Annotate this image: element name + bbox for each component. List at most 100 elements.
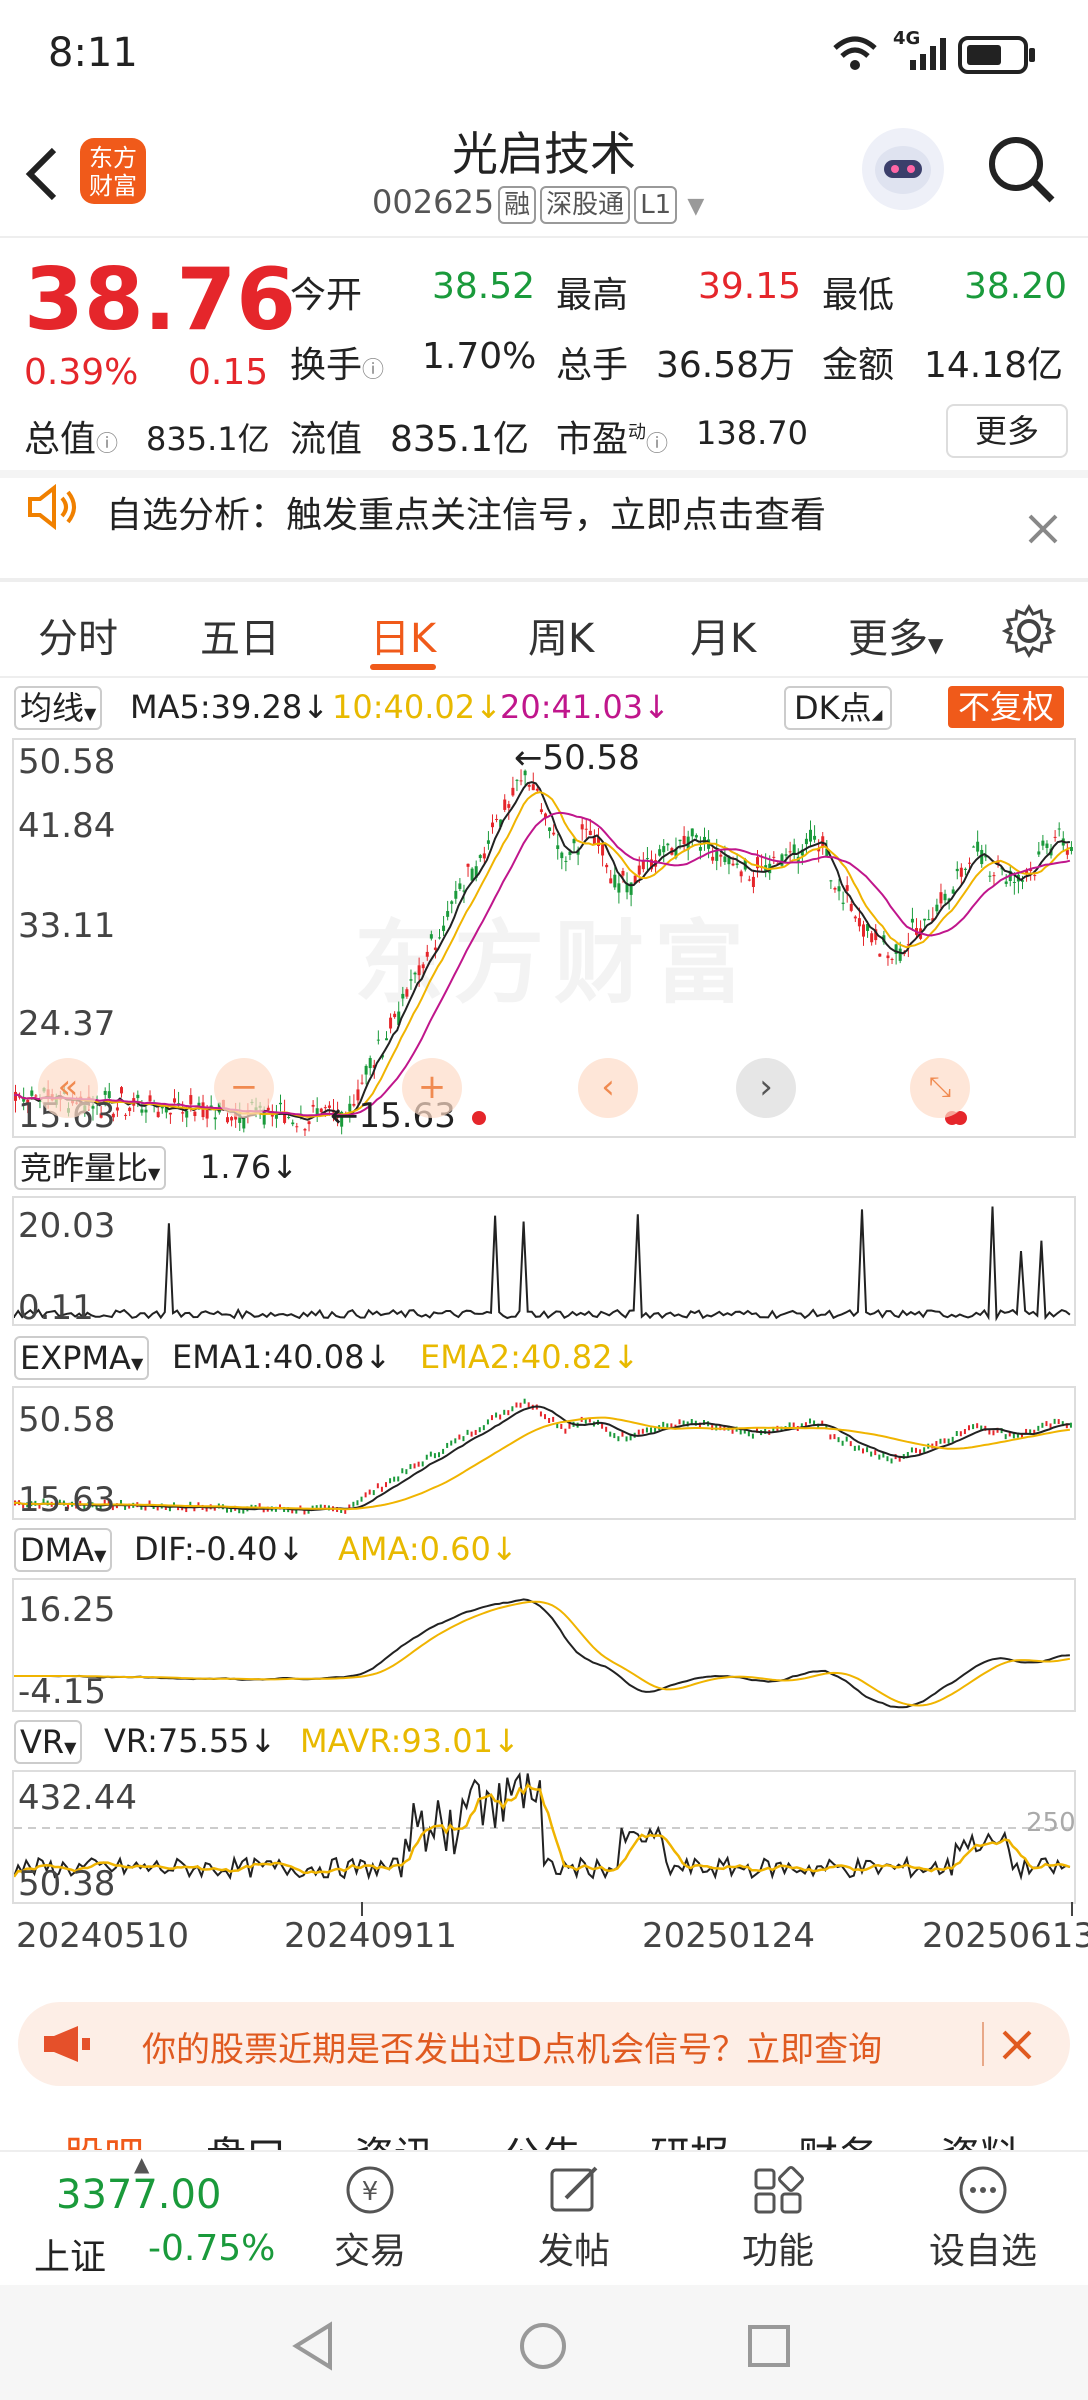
expma-candle [959,1431,962,1437]
fullscreen-button[interactable]: ⤡ [910,1058,970,1118]
ma-selector[interactable]: 均线▼ [14,686,103,730]
info-icon[interactable]: ⓘ [362,358,384,383]
sub-tab-finance[interactable]: 财务 [798,2124,878,2152]
sub-tab-profile[interactable]: 资料 [940,2124,1020,2152]
expma-candle [425,1454,428,1460]
candle-body [393,1013,397,1018]
volume-ratio-selector[interactable]: 竞昨量比▼ [14,1146,167,1190]
dk-point-toggle[interactable]: DK点◢ [784,686,893,730]
zoom-in-button[interactable]: + [402,1058,462,1118]
candle-body [193,1111,197,1117]
settings-gear-icon[interactable] [1002,604,1056,658]
candle-body [910,918,914,923]
sub-tab-announce[interactable]: 公告 [502,2124,582,2152]
search-icon[interactable] [986,134,1058,206]
candle-body [14,1091,17,1101]
candle-body [168,1112,172,1115]
robot-assistant-icon[interactable] [862,128,944,210]
more-button[interactable]: 更多 [946,404,1068,458]
index-ticker[interactable]: ▲ 3377.00 上证 -0.75% [20,2152,280,2282]
expma-candle [409,1464,412,1470]
dk-point-label: DK点 [794,689,872,727]
trade-button[interactable]: ¥ 交易 [320,2162,420,2282]
candle-body [711,856,715,861]
tab-intraday[interactable]: 分时 [38,606,118,664]
tab-weekly-k[interactable]: 周K [528,606,594,664]
candle-body [955,868,959,872]
info-icon[interactable]: ⓘ [96,432,118,457]
tab-five-day[interactable]: 五日 [200,606,280,664]
tab-monthly-k[interactable]: 月K [690,606,756,664]
info-icon[interactable]: ⓘ [646,432,668,457]
ma5-value: MA5:39.28↓ [130,688,330,726]
stock-code-row[interactable]: 002625 融深股通 L1 ▼ [372,183,704,224]
candle-body [992,875,996,877]
stock-code: 002625 [372,183,495,221]
sub-tab-research[interactable]: 研报 [650,2124,730,2152]
float-value: 835.1亿 [390,419,530,460]
ma10-value: 10:40.02↓ [332,688,502,726]
expma-candle [421,1461,424,1467]
close-icon[interactable] [1026,512,1060,546]
index-change: -0.75% [148,2228,276,2269]
expma-selector[interactable]: EXPMA▼ [14,1336,150,1380]
float-label: 流值 [290,419,363,460]
system-nav-bar [0,2285,1088,2400]
candle-body [747,879,751,881]
tabs-divider [0,676,1088,678]
expma-candle [376,1483,379,1489]
dma-chart[interactable]: 16.25 -4.15 [12,1578,1076,1712]
zoom-out-button[interactable]: − [214,1058,274,1118]
sub-tab-pankou[interactable]: 盘口 [206,2124,286,2152]
expma-chart[interactable]: 50.58 15.63 [12,1386,1076,1520]
tag-connect: 深股通 [540,186,631,224]
candle-body [148,1095,152,1102]
vr-selector[interactable]: VR▼ [14,1720,83,1764]
adjust-mode-button[interactable]: 不复权 [948,686,1065,728]
expma-plot [14,1398,1072,1515]
scroll-right-button[interactable]: › [736,1058,796,1118]
dma-selector[interactable]: DMA▼ [14,1528,113,1572]
expma-candle [833,1434,836,1440]
notice-text[interactable]: 自选分析：触发重点关注信号，立即点击查看 [106,486,826,538]
tab-daily-k[interactable]: 日K [370,606,436,664]
expma-candle [1037,1425,1040,1431]
candle-body [1053,836,1057,838]
mktcap-label: 总值ⓘ [24,410,118,462]
kline-chart[interactable]: 东方财富 50.58 41.84 33.11 24.37 15.63 ←50.5… [12,738,1076,1138]
candle-body [878,953,882,957]
turnover-label: 换手ⓘ [290,336,384,388]
nav-home-icon[interactable] [518,2321,568,2371]
candle-body [972,846,976,848]
expma-candle [478,1427,481,1433]
close-icon[interactable] [1000,2028,1034,2062]
sub-tab-news[interactable]: 资讯 [354,2124,434,2152]
nav-recents-icon[interactable] [746,2323,792,2369]
candle-body [429,934,433,939]
candle-body [715,850,719,861]
expma-candle [650,1427,652,1433]
y-label-2: 41.84 [18,806,116,846]
expma-candle [853,1445,856,1451]
tab-more-label: 更多 [848,616,928,662]
nav-back-icon[interactable] [290,2321,336,2371]
expma-candle [751,1433,754,1439]
scroll-left-button[interactable]: ‹ [578,1058,638,1118]
expma-candle [849,1441,852,1447]
post-button[interactable]: 发帖 [524,2162,624,2282]
sub-tab-guba[interactable]: 股吧 [64,2124,144,2152]
turnover-label-text: 换手 [290,345,363,386]
vr-chart[interactable]: 432.44 50.38 250 [12,1770,1076,1904]
expma-candle [360,1496,363,1502]
function-button[interactable]: 功能 [728,2162,828,2282]
candle-body [601,843,605,856]
expma-candle [910,1447,913,1453]
expma-candle [564,1428,567,1434]
candle-body [690,828,694,837]
add-watchlist-button[interactable]: 设自选 [918,2162,1048,2282]
d-point-ad-banner[interactable]: 你的股票近期是否发出过D点机会信号？立即查询 [18,2002,1070,2086]
volume-ratio-chart[interactable]: 20.03 0.11 [12,1196,1076,1328]
rewind-button[interactable]: « [38,1058,98,1118]
candle-body [968,862,971,864]
tab-more[interactable]: 更多▼ [848,606,943,664]
